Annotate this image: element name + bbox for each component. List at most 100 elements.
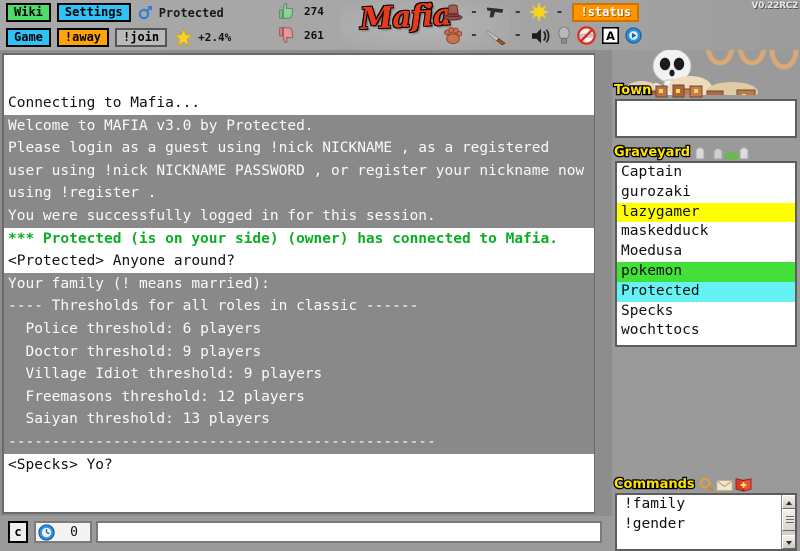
top-toolbar: Mafia Wiki Settings Protected Game !away…	[0, 0, 800, 50]
chat-line: <Specks> Yo?	[4, 453, 594, 477]
chat-log[interactable]: Connecting to Mafia... Welcome to MAFIA v…	[2, 53, 595, 514]
graveyard-label-row: Graveyard	[612, 143, 800, 162]
town-panel-label: Town	[613, 82, 653, 100]
chat-line: Doctor threshold: 9 players	[4, 340, 594, 364]
thumbs-up-count: 274	[304, 4, 324, 18]
magnifier-icon[interactable]	[699, 477, 714, 492]
thumbs-down-count: 261	[304, 28, 324, 42]
gun-icon	[485, 3, 507, 21]
chat-line: Village Idiot threshold: 9 players	[4, 363, 594, 386]
timer-value: 0	[70, 524, 78, 540]
version-label: V0.22RC2	[751, 1, 798, 11]
chat-panel: Connecting to Mafia... Welcome to MAFIA v…	[0, 50, 612, 516]
settings-button[interactable]: Settings	[56, 3, 131, 22]
chat-line: Please login as a guest using !nick NICK…	[4, 137, 594, 205]
player-nickname: Protected	[158, 5, 224, 20]
player-list-item[interactable]: maskedduck	[617, 222, 795, 242]
commands-label-row: Commands	[612, 475, 800, 494]
mafia-game-window: Mafia Wiki Settings Protected Game !away…	[0, 0, 800, 551]
status-button[interactable]: !status	[572, 2, 640, 22]
afk-letter-icon[interactable]: A	[601, 27, 619, 44]
commands-scroll-down-icon[interactable]	[782, 535, 795, 549]
speaker-icon[interactable]	[530, 27, 552, 45]
right-sidebar: Town Graveyard Captain gurozaki lazygame…	[612, 50, 800, 551]
star-icon	[174, 28, 194, 47]
graveyard-player-list[interactable]: Captain gurozaki lazygamer maskedduck Moedus…	[615, 161, 797, 347]
toolbar-row-bottom: Game !away !join +2.4%	[0, 25, 231, 50]
chat-line: You were successfully logged in for this…	[4, 204, 594, 228]
no-smoking-icon[interactable]	[576, 26, 596, 45]
commands-list[interactable]: !family !gender	[615, 493, 797, 551]
turn-timer: 0	[34, 521, 92, 543]
chat-top-spacer	[4, 55, 594, 92]
commands-scroll-up-icon[interactable]	[782, 495, 795, 509]
gun-value: -	[513, 4, 522, 20]
cat-paw-icon	[443, 26, 463, 45]
game-button[interactable]: Game	[6, 28, 51, 47]
commands-items-container: !family !gender	[617, 495, 795, 535]
thumbs-down-stat: 261	[277, 26, 324, 44]
chat-line: Saiyan threshold: 13 players	[4, 408, 594, 431]
player-list-item[interactable]: gurozaki	[617, 183, 795, 203]
sun-value: -	[555, 4, 564, 20]
chat-line: ----------------------------------------…	[4, 430, 594, 454]
join-button[interactable]: !join	[115, 28, 168, 47]
toolbar-row-top: Wiki Settings Protected	[0, 0, 224, 25]
thumbs-down-icon	[277, 26, 295, 44]
town-player-list[interactable]	[615, 99, 797, 138]
player-list-item[interactable]: Moedusa	[617, 242, 795, 262]
chat-line: Welcome to MAFIA v3.0 by Protected.	[4, 114, 594, 138]
message-input-wrapper[interactable]	[96, 521, 602, 543]
knife-value: -	[513, 28, 522, 43]
sun-icon	[528, 2, 549, 22]
role-icons-row-bottom: - - A	[443, 26, 642, 45]
chat-line: Freemasons threshold: 12 players	[4, 385, 594, 409]
tombstone-icon	[694, 144, 754, 160]
clock-icon	[38, 523, 55, 541]
commands-panel-label: Commands	[613, 476, 696, 494]
player-list-item[interactable]: Protected	[617, 281, 795, 302]
commands-scrollbar-grip-icon	[786, 516, 794, 524]
play-button-icon[interactable]	[624, 27, 642, 44]
bottom-bar: c 0	[0, 516, 612, 551]
command-list-item[interactable]: !family	[617, 495, 795, 515]
away-button[interactable]: !away	[56, 28, 110, 47]
chat-line: Your family (! means married):	[4, 272, 594, 296]
chat-lines-container: Connecting to Mafia... Welcome to MAFIA v…	[4, 92, 594, 477]
knife-icon	[485, 27, 507, 45]
graveyard-panel-label: Graveyard	[613, 144, 692, 162]
commands-scrollbar-thumb[interactable]	[782, 509, 795, 531]
svg-text:A: A	[606, 29, 615, 43]
top-hat-value: -	[470, 4, 478, 20]
player-list-item[interactable]: wochttocs	[617, 321, 795, 341]
envelope-icon[interactable]	[715, 479, 733, 492]
clear-chat-button[interactable]: c	[8, 521, 28, 543]
male-gender-icon	[138, 5, 153, 20]
chat-line: Police threshold: 6 players	[4, 317, 594, 341]
player-list-item[interactable]: Captain	[617, 163, 795, 183]
thumbs-up-icon	[277, 2, 295, 20]
commands-scrollbar[interactable]	[781, 495, 795, 549]
chat-line: ---- Thresholds for all roles in classic…	[4, 295, 594, 318]
commands-listbox: !family !gender	[612, 493, 800, 551]
book-icon[interactable]	[735, 477, 752, 492]
graveyard-panel: Graveyard Captain gurozaki lazygamer masked…	[612, 143, 800, 347]
rank-percent: +2.4%	[198, 31, 232, 44]
chat-line: Connecting to Mafia...	[4, 92, 594, 115]
town-label-row: Town	[612, 81, 800, 100]
chat-line: *** Protected (is on your side) (owner) …	[4, 227, 594, 251]
town-houses-icon	[655, 82, 707, 98]
top-hat-icon	[443, 3, 463, 21]
player-list-item[interactable]: Specks	[617, 302, 795, 322]
town-panel: Town	[612, 81, 800, 138]
commands-panel: Commands !family !gender	[612, 475, 800, 551]
command-list-item[interactable]: !gender	[617, 515, 795, 535]
wiki-button[interactable]: Wiki	[6, 3, 51, 22]
player-list-item[interactable]: pokemon	[617, 261, 795, 282]
lightbulb-icon[interactable]	[557, 26, 571, 45]
chat-line: <Protected> Anyone around?	[4, 250, 594, 273]
message-input[interactable]	[98, 525, 600, 543]
thumbs-up-stat: 274	[277, 2, 324, 20]
player-list-item[interactable]: lazygamer	[617, 202, 795, 223]
role-icons-row-top: - - - !status	[443, 2, 640, 22]
